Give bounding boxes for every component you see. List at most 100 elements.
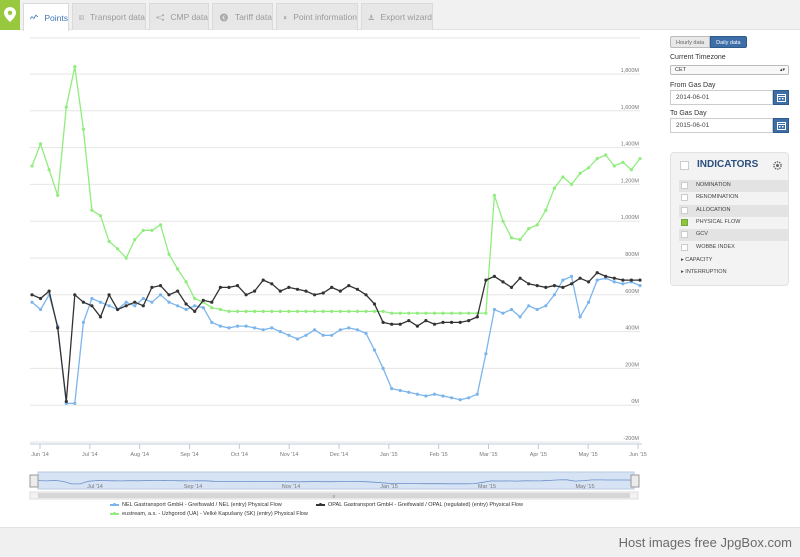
from-gas-day-input[interactable]: 2014-06-01 xyxy=(670,90,773,105)
indicator-label: ALLOCATION xyxy=(696,207,731,213)
data-point xyxy=(569,182,574,186)
data-point xyxy=(244,293,248,297)
data-point xyxy=(244,324,248,328)
data-point xyxy=(90,208,94,212)
from-gas-day-label: From Gas Day xyxy=(670,82,716,89)
data-point xyxy=(330,333,334,337)
map-pin-icon[interactable] xyxy=(0,0,20,30)
data-point xyxy=(381,309,385,313)
tab-cmp-data[interactable]: CMP data xyxy=(149,3,209,30)
group-label: INTERRUPTION xyxy=(685,269,727,275)
data-point xyxy=(141,228,145,232)
x-tick-label: Mar '15 xyxy=(479,452,497,458)
scrollbar-grip-icon: ≡ xyxy=(333,494,336,500)
timezone-select[interactable]: CET ▴▾ xyxy=(670,65,789,75)
chart-navigator[interactable]: Jul '14 Sep '14 Nov '14 Jan '15 Mar '15 May '… xyxy=(29,471,640,500)
y-tick-label: 1,800M xyxy=(621,68,640,74)
data-point xyxy=(364,331,368,335)
data-point xyxy=(116,247,120,251)
data-point xyxy=(321,309,325,313)
navigator-handle-right[interactable] xyxy=(630,474,640,488)
tab-points[interactable]: Points xyxy=(23,3,69,31)
data-point xyxy=(141,304,145,308)
data-point xyxy=(158,284,163,288)
data-point xyxy=(150,285,154,289)
indicator-renomination[interactable]: RENOMINATION xyxy=(679,192,789,204)
x-tick-label: Jun '15 xyxy=(629,452,647,458)
data-point xyxy=(176,289,180,293)
indicator-checkbox[interactable] xyxy=(681,194,688,201)
data-point xyxy=(467,311,471,315)
legend-item-eustream[interactable]: eustream, a.s. - Uzhgorod (UA) - Velké K… xyxy=(110,511,308,517)
indicators-panel: INDICATORS NOMINATION RENOMINATION ALLOC… xyxy=(670,152,789,286)
data-point xyxy=(218,324,222,328)
data-point xyxy=(587,280,591,284)
data-point xyxy=(501,311,505,315)
flow-chart[interactable]: 1,800M 1,600M 1,400M 1,200M 1,000M 800M 600M 40… xyxy=(0,30,660,527)
to-gas-day-input[interactable]: 2015-06-01 xyxy=(670,118,773,133)
data-point xyxy=(30,164,34,168)
data-point xyxy=(90,296,94,301)
data-point xyxy=(441,320,445,324)
data-point xyxy=(552,293,557,297)
navigator-handle-left[interactable] xyxy=(29,474,39,488)
data-point xyxy=(484,352,488,356)
data-point xyxy=(509,307,514,312)
legend-swatch xyxy=(110,512,119,516)
granularity-toggle: Hourly data Daily data xyxy=(670,36,747,48)
data-point xyxy=(587,166,591,170)
data-point xyxy=(253,289,257,293)
indicator-checkbox[interactable] xyxy=(681,182,688,189)
data-point xyxy=(441,394,445,398)
select-all-checkbox[interactable] xyxy=(680,161,689,170)
data-point xyxy=(561,175,565,179)
data-point xyxy=(561,285,565,289)
data-point xyxy=(64,105,68,109)
indicator-checkbox[interactable] xyxy=(681,231,688,238)
group-interruption[interactable]: ▸ INTERRUPTION xyxy=(681,269,727,275)
indicator-physical-flow[interactable]: PHYSICAL FLOW xyxy=(679,217,789,229)
indicator-allocation[interactable]: ALLOCATION xyxy=(679,205,789,217)
data-point xyxy=(141,296,145,301)
data-point xyxy=(201,306,205,310)
indicator-nomination[interactable]: NOMINATION xyxy=(679,180,789,192)
tab-transport-data[interactable]: Transport data xyxy=(72,3,146,30)
download-icon xyxy=(368,14,374,20)
series-line xyxy=(31,66,641,314)
indicator-checkbox[interactable] xyxy=(681,244,688,251)
data-point xyxy=(218,285,222,289)
legend-item-opal[interactable]: OPAL Gastransport GmbH - Greifswald / OP… xyxy=(316,502,523,508)
tab-tariff-data[interactable]: € Tariff data xyxy=(212,3,273,30)
indicator-checkbox[interactable] xyxy=(681,207,688,214)
legend-item-nel[interactable]: NEL Gastransport GmbH - Greifswald / NEL… xyxy=(110,502,282,508)
settings-gear-icon[interactable] xyxy=(773,161,782,170)
tab-point-information[interactable]: Point information xyxy=(276,3,358,30)
navigator-tick-label: Sep '14 xyxy=(184,484,202,490)
data-point xyxy=(544,285,548,289)
timezone-value: CET xyxy=(675,67,686,73)
indicator-checkbox[interactable] xyxy=(681,219,688,226)
group-capacity[interactable]: ▸ CAPACITY xyxy=(681,257,712,263)
data-point xyxy=(278,330,282,334)
hourly-data-button[interactable]: Hourly data xyxy=(670,36,711,48)
caret-right-icon: ▸ xyxy=(681,257,684,263)
indicator-wobbe-index[interactable]: WOBBE INDEX xyxy=(679,242,789,254)
to-calendar-button[interactable] xyxy=(773,118,789,133)
y-axis-ticks: 1,800M 1,600M 1,400M 1,200M 1,000M 800M 600M 40… xyxy=(621,68,640,442)
euro-icon: € xyxy=(219,12,228,21)
data-point xyxy=(98,214,103,218)
data-point xyxy=(424,394,428,398)
daily-data-button[interactable]: Daily data xyxy=(710,36,747,48)
data-point xyxy=(81,320,85,324)
from-calendar-button[interactable] xyxy=(773,90,789,105)
data-point xyxy=(278,289,282,293)
x-axis: Jun '14 Jul '14 Aug '14 Sep '14 Oct '14 Nov '… xyxy=(30,443,647,458)
data-point xyxy=(47,168,51,172)
tab-bar: Points Transport data CMP data € Tariff … xyxy=(0,0,800,31)
data-point xyxy=(73,65,77,69)
data-point xyxy=(578,171,582,175)
data-point xyxy=(304,309,308,313)
data-point xyxy=(612,276,616,280)
indicator-gcv[interactable]: GCV xyxy=(679,229,789,241)
tab-export-wizard[interactable]: Export wizard xyxy=(361,3,433,30)
